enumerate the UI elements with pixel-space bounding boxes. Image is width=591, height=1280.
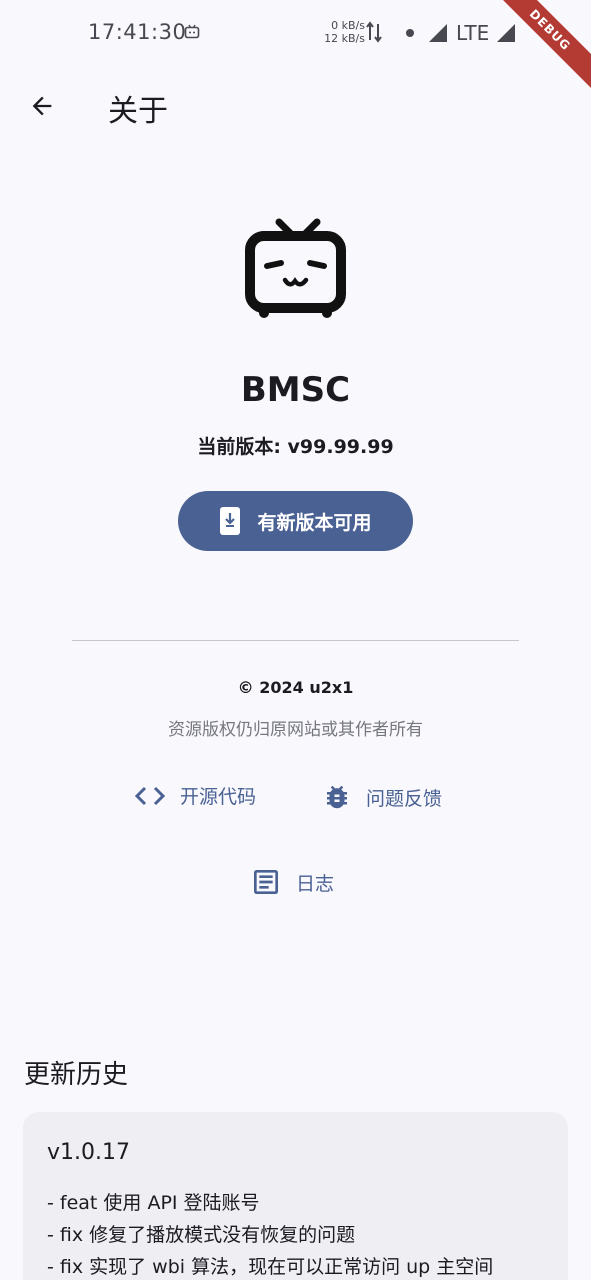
update-button-label: 有新版本可用	[257, 511, 372, 534]
status-time: 17:41:30	[88, 20, 187, 44]
feedback-link[interactable]: 问题反馈	[322, 782, 442, 812]
bug-icon	[327, 785, 347, 809]
history-version: v1.0.17	[47, 1140, 130, 1165]
data-transfer-icon	[366, 20, 382, 48]
history-line: - feat 使用 API 登陆账号	[47, 1192, 260, 1214]
page-title: 关于	[108, 94, 168, 129]
status-bar: 17:41:30 0 kB/s 12 kB/s LTE	[0, 0, 591, 66]
notification-icon	[184, 24, 200, 44]
divider	[72, 640, 519, 641]
network-type: LTE	[456, 21, 490, 45]
update-history-title: 更新历史	[24, 1060, 129, 1090]
code-icon	[134, 786, 166, 805]
net-down-speed: 12 kB/s	[324, 32, 365, 45]
source-code-label: 开源代码	[180, 786, 257, 808]
update-available-button[interactable]: 有新版本可用	[178, 491, 413, 551]
copyright-text: © 2024 u2x1	[237, 678, 354, 697]
log-label: 日志	[296, 872, 335, 895]
signal-icon	[497, 24, 515, 46]
current-version: 当前版本: v99.99.99	[197, 436, 394, 458]
source-code-link[interactable]: 开源代码	[134, 782, 256, 809]
history-line: - fix 实现了 wbi 算法，现在可以正常访问 up 主空间	[47, 1256, 494, 1278]
back-button[interactable]	[20, 84, 64, 128]
app-name: BMSC	[240, 370, 351, 410]
arrow-left-icon	[32, 96, 52, 116]
notification-dot-icon	[406, 29, 414, 37]
history-card: v1.0.17 - feat 使用 API 登陆账号 - fix 修复了播放模式…	[23, 1112, 568, 1280]
feedback-label: 问题反馈	[366, 787, 443, 810]
log-link[interactable]: 日志	[250, 866, 334, 898]
phone-download-icon	[220, 507, 241, 535]
signal-icon	[429, 24, 447, 46]
history-line: - fix 修复了播放模式没有恢复的问题	[47, 1224, 356, 1246]
article-icon	[254, 870, 278, 894]
app-bar: 关于	[0, 70, 591, 142]
disclaimer-text: 资源版权仍归原网站或其作者所有	[168, 720, 423, 740]
net-up-speed: 0 kB/s	[331, 19, 365, 32]
network-speed: 0 kB/s 12 kB/s	[321, 19, 365, 45]
app-logo-icon	[245, 218, 346, 324]
